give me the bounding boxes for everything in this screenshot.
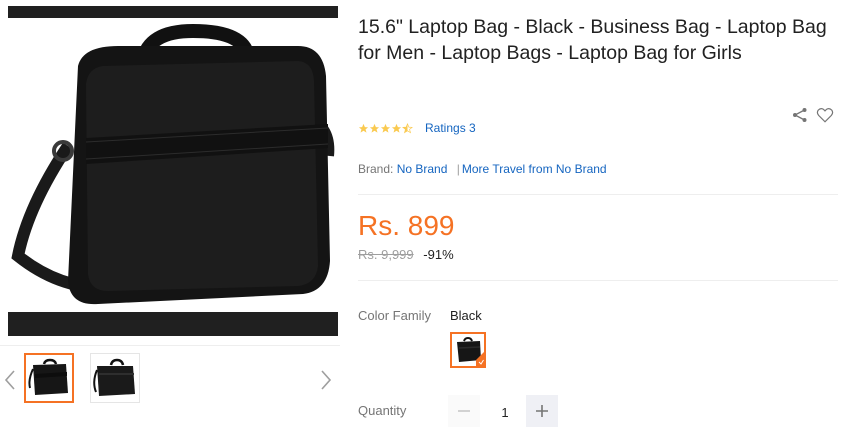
main-product-image[interactable] xyxy=(8,6,338,336)
quantity-decrease-button[interactable] xyxy=(448,395,480,427)
current-price: Rs. 899 xyxy=(358,210,455,241)
brand-separator: | xyxy=(456,162,460,176)
share-icon[interactable] xyxy=(792,107,808,123)
rating-row: Ratings 3 xyxy=(358,120,476,136)
star-icon xyxy=(391,123,402,133)
original-price: Rs. 9,999 xyxy=(358,247,414,262)
brand-label: Brand: xyxy=(358,162,394,176)
quantity-increase-button[interactable] xyxy=(526,395,558,427)
quantity-label: Quantity xyxy=(358,403,407,418)
brand-row: Brand: No Brand | More Travel from No Bra… xyxy=(358,162,607,176)
price-row: Rs. 9,999 -91% xyxy=(358,247,454,262)
chevron-left-icon[interactable] xyxy=(0,365,20,395)
more-from-brand-link[interactable]: More Travel from No Brand xyxy=(462,162,607,176)
ratings-link[interactable]: Ratings 3 xyxy=(425,121,476,135)
star-icon xyxy=(380,123,391,133)
color-family-label: Color Family xyxy=(358,308,431,323)
thumbnail-1[interactable] xyxy=(24,353,74,403)
brand-link[interactable]: No Brand xyxy=(397,162,448,176)
divider xyxy=(358,280,838,281)
heart-icon[interactable] xyxy=(816,106,834,124)
star-icon xyxy=(358,123,369,133)
color-swatch-black[interactable] xyxy=(450,332,486,368)
star-icon xyxy=(369,123,380,133)
divider xyxy=(358,194,838,195)
gallery-divider xyxy=(0,345,340,346)
color-family-value: Black xyxy=(450,308,482,323)
quantity-input[interactable] xyxy=(486,398,524,426)
discount-percent: -91% xyxy=(423,247,454,262)
product-title: 15.6" Laptop Bag - Black - Business Bag … xyxy=(358,16,827,64)
rating-stars xyxy=(358,122,413,134)
star-half-icon xyxy=(402,122,413,133)
chevron-right-icon[interactable] xyxy=(316,365,336,395)
thumbnail-2[interactable] xyxy=(90,353,140,403)
